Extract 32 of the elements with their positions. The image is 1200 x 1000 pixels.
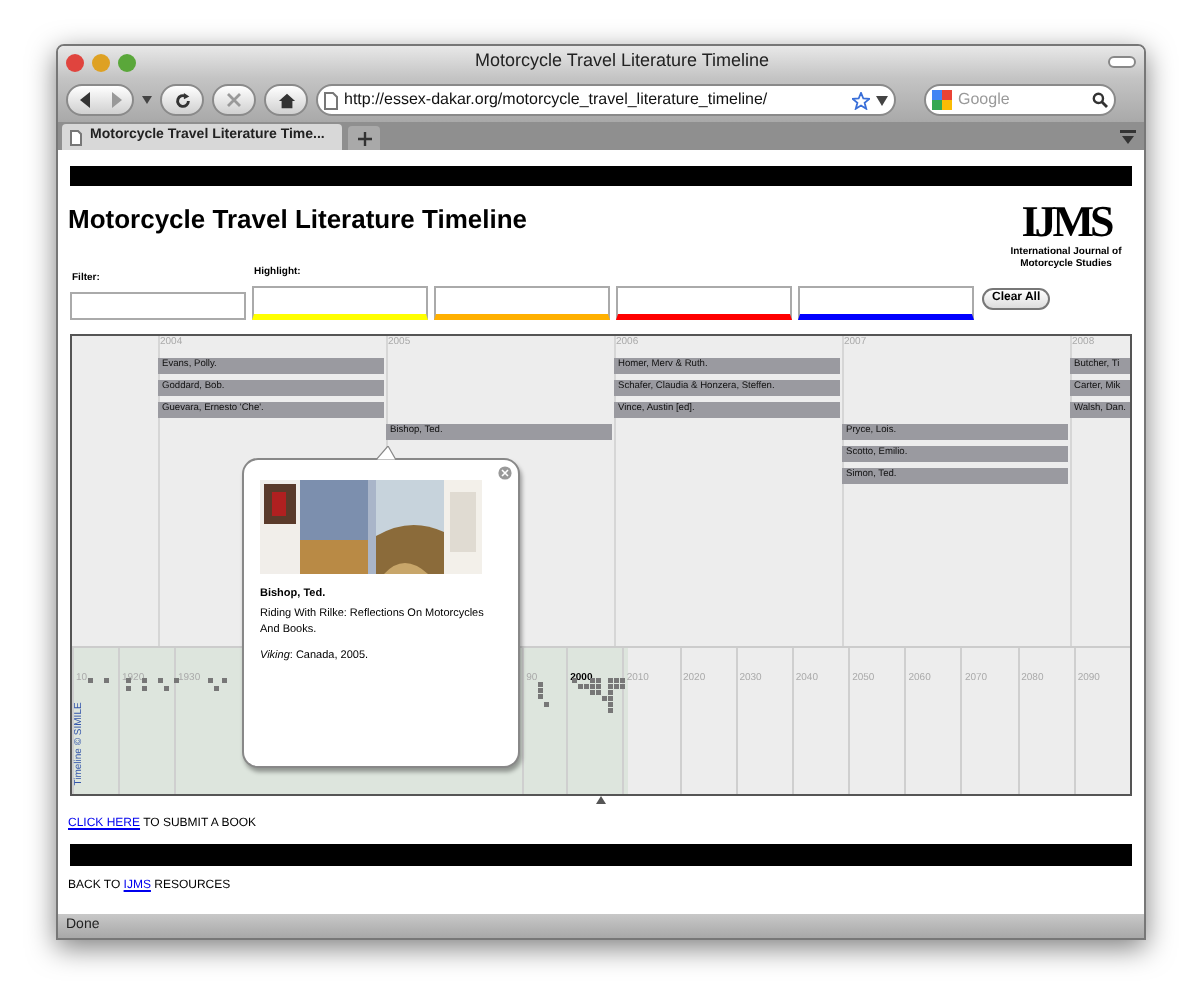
back-forward-control[interactable] — [66, 84, 134, 116]
page-heading: Motorcycle Travel Literature Timeline — [68, 204, 528, 236]
search-field[interactable]: Google — [924, 84, 1116, 116]
event-markers-drawing — [88, 677, 228, 697]
filter-field[interactable] — [70, 291, 246, 319]
tab-list-icon[interactable] — [1120, 130, 1136, 144]
address-field[interactable]: http://essex-dakar.org/motorcycle_travel_literature_timeline/ — [316, 84, 896, 116]
url-text: http://essex-dakar.org/motorcycle_travel_literature_timeline/ — [344, 88, 770, 112]
reload-icon — [173, 91, 191, 109]
home-icon — [277, 91, 295, 109]
search-engine-icon[interactable] — [932, 90, 952, 110]
zoom-icon[interactable] — [118, 53, 136, 71]
highlight-field[interactable] — [616, 285, 792, 319]
close-icon[interactable] — [66, 53, 84, 71]
star-icon[interactable] — [852, 91, 870, 109]
new-tab-button[interactable] — [348, 126, 380, 150]
dropdown-caret-icon[interactable] — [876, 95, 888, 105]
plus-icon — [357, 131, 371, 145]
highlight-field[interactable] — [434, 285, 610, 319]
window-title: Motorcycle Travel Literature Timeline — [472, 48, 772, 75]
search-input[interactable]: Google — [958, 88, 1086, 112]
page-icon — [70, 129, 82, 145]
stop-icon — [226, 92, 242, 108]
history-caret-icon[interactable] — [142, 96, 152, 104]
close-icon[interactable] — [498, 465, 512, 479]
page-icon — [324, 91, 338, 109]
reload-button[interactable] — [160, 84, 204, 116]
toolbar-toggle-icon[interactable] — [1108, 56, 1136, 68]
highlight-field[interactable] — [252, 285, 428, 319]
search-icon[interactable] — [1092, 92, 1108, 108]
highlight-field[interactable] — [798, 285, 974, 319]
home-button[interactable] — [264, 84, 308, 116]
